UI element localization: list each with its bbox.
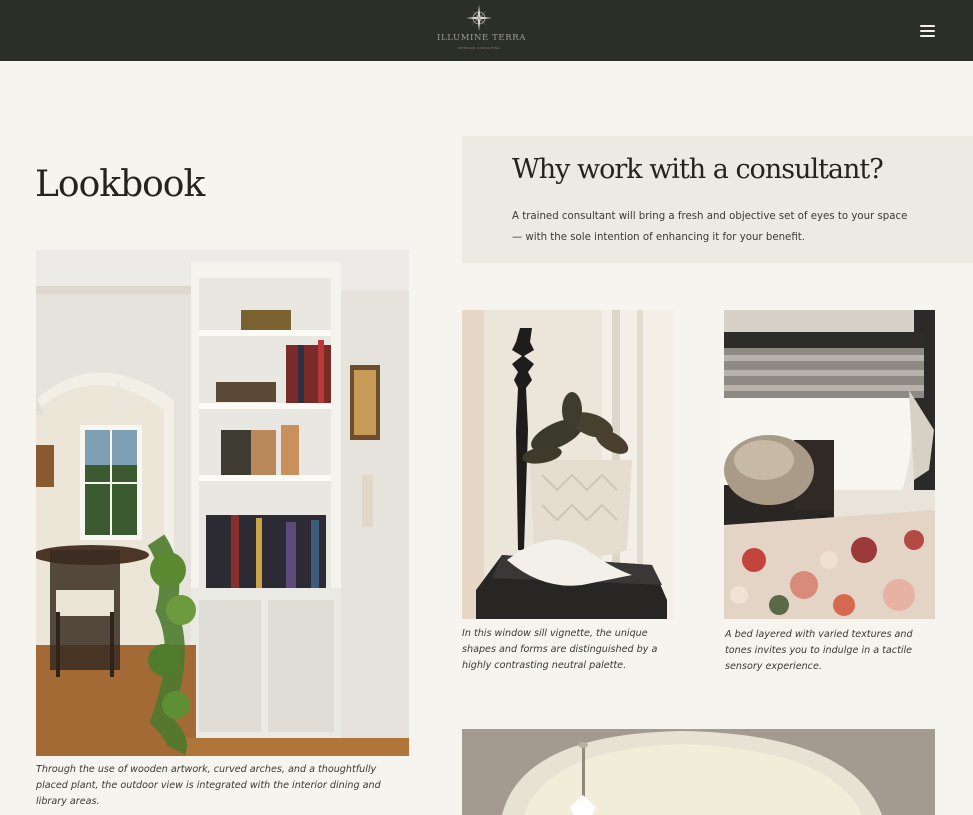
brand-logo[interactable]: ILLUMINE TERRA INTERIOR CONSULTING xyxy=(437,4,526,56)
why-consultant-body: A trained consultant will bring a fresh … xyxy=(512,211,908,243)
brand-tagline: INTERIOR CONSULTING xyxy=(457,46,501,50)
window-sill-photo xyxy=(462,310,673,619)
page-title: Lookbook xyxy=(35,164,205,205)
arch-pendant-photo xyxy=(462,729,935,815)
why-consultant-title: Why work with a consultant? xyxy=(512,154,884,185)
window-sill-caption: In this window sill vignette, the unique… xyxy=(462,628,658,671)
compass-star-icon xyxy=(466,5,492,31)
hamburger-menu-icon[interactable] xyxy=(916,21,940,41)
main-photo-caption: Through the use of wooden artwork, curve… xyxy=(36,764,381,807)
why-consultant-panel: Why work with a consultant? A trained co… xyxy=(462,136,973,263)
bed-textures-caption: A bed layered with varied textures and t… xyxy=(725,629,913,672)
dining-library-photo xyxy=(36,250,409,756)
site-header: ILLUMINE TERRA INTERIOR CONSULTING xyxy=(0,0,973,61)
brand-name: ILLUMINE TERRA xyxy=(437,33,526,43)
bed-textures-photo xyxy=(724,310,935,619)
